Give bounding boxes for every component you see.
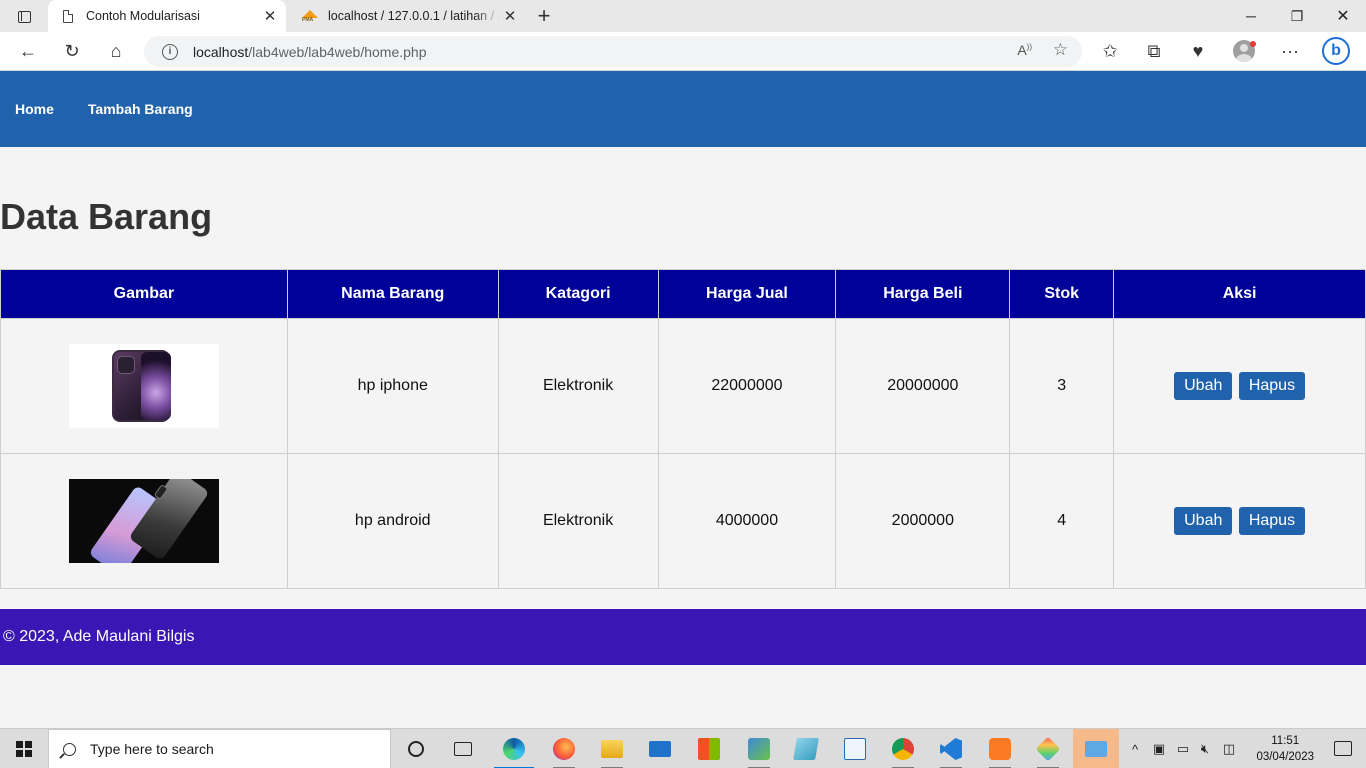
cell-actions: Ubah Hapus bbox=[1113, 453, 1366, 589]
cell-harga-beli: 2000000 bbox=[835, 453, 1011, 589]
store-taskbar-icon[interactable] bbox=[686, 729, 732, 768]
tab-phpmyadmin[interactable]: localhost / 127.0.0.1 / latihan / data ✕ bbox=[290, 0, 526, 32]
table-row: hp iphone Elektronik 22000000 20000000 3… bbox=[0, 318, 1366, 454]
cell-image bbox=[0, 318, 288, 454]
search-icon bbox=[63, 742, 76, 756]
notepad-taskbar-icon[interactable] bbox=[783, 729, 829, 768]
delete-button[interactable]: Hapus bbox=[1238, 507, 1306, 535]
header-katagori: Katagori bbox=[497, 269, 659, 319]
browser-tab-bar: Contoh Modularisasi ✕ localhost / 127.0.… bbox=[0, 0, 1366, 32]
cell-nama: hp iphone bbox=[286, 318, 499, 454]
browser-essentials-icon[interactable]: ♥ bbox=[1182, 36, 1214, 66]
mail-taskbar-icon[interactable] bbox=[637, 729, 683, 768]
new-tab-button[interactable]: + bbox=[532, 3, 556, 28]
collections-icon[interactable]: ⧉ bbox=[1138, 36, 1170, 66]
firefox-taskbar-icon[interactable] bbox=[541, 729, 587, 768]
back-icon[interactable]: ← bbox=[12, 36, 44, 66]
close-window-icon[interactable]: ✕ bbox=[1320, 0, 1366, 32]
file-explorer-taskbar-icon[interactable] bbox=[589, 729, 635, 768]
table-row: hp android Elektronik 4000000 2000000 4 … bbox=[0, 453, 1366, 589]
cortana-icon[interactable] bbox=[393, 729, 439, 768]
profile-icon[interactable] bbox=[1228, 36, 1260, 66]
git-client-taskbar-icon[interactable] bbox=[1025, 729, 1071, 768]
phpmyadmin-icon bbox=[302, 8, 318, 24]
table-header-row: Gambar Nama Barang Katagori Harga Jual H… bbox=[0, 269, 1366, 319]
cell-kategori: Elektronik bbox=[497, 453, 659, 589]
android-image bbox=[68, 479, 219, 563]
windows-start-icon[interactable] bbox=[16, 741, 32, 757]
minimize-icon[interactable]: ─ bbox=[1228, 0, 1274, 32]
tab-contoh-modularisasi[interactable]: Contoh Modularisasi ✕ bbox=[48, 0, 286, 32]
delete-button[interactable]: Hapus bbox=[1238, 372, 1306, 400]
show-hidden-icons-icon[interactable]: ^ bbox=[1124, 729, 1146, 768]
iphone-image bbox=[68, 344, 219, 428]
url-text[interactable]: localhost/lab4web/lab4web/home.php bbox=[193, 44, 427, 60]
system-clock[interactable]: 11:51 03/04/2023 bbox=[1256, 733, 1314, 765]
close-tab-icon[interactable]: ✕ bbox=[500, 6, 520, 26]
meet-now-icon[interactable]: ▣ bbox=[1148, 729, 1170, 768]
header-aksi: Aksi bbox=[1113, 269, 1366, 319]
refresh-icon[interactable]: ↻ bbox=[56, 36, 88, 66]
nav-home-link[interactable]: Home bbox=[15, 101, 54, 117]
header-stok: Stok bbox=[1009, 269, 1115, 319]
tab-actions-icon[interactable] bbox=[10, 7, 38, 27]
task-view-icon[interactable] bbox=[440, 729, 486, 768]
bing-icon[interactable]: b bbox=[1320, 36, 1352, 66]
cell-harga-jual: 22000000 bbox=[657, 318, 837, 454]
items-table: Gambar Nama Barang Katagori Harga Jual H… bbox=[0, 269, 1366, 589]
vscode-taskbar-icon[interactable] bbox=[928, 729, 974, 768]
cell-actions: Ubah Hapus bbox=[1113, 318, 1366, 454]
site-info-icon[interactable]: i bbox=[162, 43, 178, 60]
edit-button[interactable]: Ubah bbox=[1174, 372, 1233, 400]
remote-desktop-taskbar-icon[interactable] bbox=[1073, 729, 1119, 768]
cell-harga-jual: 4000000 bbox=[657, 453, 837, 589]
nav-add-item-link[interactable]: Tambah Barang bbox=[88, 101, 193, 117]
edit-button[interactable]: Ubah bbox=[1174, 507, 1233, 535]
windows-taskbar: Type here to search ^ ▣ ▭ 🔇︎ ◫ 11:51 03/… bbox=[0, 728, 1366, 768]
page-footer: © 2023, Ade Maulani Bilgis bbox=[0, 609, 1366, 665]
address-bar[interactable]: i localhost/lab4web/lab4web/home.php A))… bbox=[144, 36, 1082, 67]
header-nama-barang: Nama Barang bbox=[286, 269, 499, 319]
word-processor-taskbar-icon[interactable] bbox=[832, 729, 878, 768]
cell-stok: 3 bbox=[1009, 318, 1115, 454]
cell-nama: hp android bbox=[286, 453, 499, 589]
volume-muted-icon[interactable]: 🔇︎ bbox=[1194, 729, 1216, 768]
taskbar-search-input[interactable]: Type here to search bbox=[48, 729, 391, 768]
search-placeholder: Type here to search bbox=[90, 741, 214, 757]
chrome-taskbar-icon[interactable] bbox=[880, 729, 926, 768]
cell-stok: 4 bbox=[1009, 453, 1115, 589]
header-harga-beli: Harga Beli bbox=[835, 269, 1011, 319]
tab-title: localhost / 127.0.0.1 / latihan / data bbox=[328, 9, 500, 23]
close-tab-icon[interactable]: ✕ bbox=[260, 6, 280, 26]
browser-toolbar: ← ↻ ⌂ i localhost/lab4web/lab4web/home.p… bbox=[0, 32, 1366, 71]
battery-icon[interactable]: ▭ bbox=[1172, 729, 1194, 768]
page-title: Data Barang bbox=[0, 196, 213, 237]
favorites-icon[interactable]: ✩ bbox=[1094, 36, 1126, 66]
home-icon[interactable]: ⌂ bbox=[100, 36, 132, 66]
control-panel-taskbar-icon[interactable] bbox=[736, 729, 782, 768]
edge-taskbar-icon[interactable] bbox=[491, 729, 537, 768]
cell-harga-beli: 20000000 bbox=[835, 318, 1011, 454]
add-favorite-icon[interactable]: ☆ bbox=[1053, 40, 1068, 60]
tab-title: Contoh Modularisasi bbox=[86, 9, 200, 23]
header-gambar: Gambar bbox=[0, 269, 288, 319]
network-icon[interactable]: ◫ bbox=[1218, 729, 1240, 768]
page-icon bbox=[60, 8, 76, 24]
cell-image bbox=[0, 453, 288, 589]
cell-kategori: Elektronik bbox=[497, 318, 659, 454]
xampp-taskbar-icon[interactable] bbox=[977, 729, 1023, 768]
read-aloud-icon[interactable]: A)) bbox=[1017, 42, 1032, 58]
notifications-icon[interactable] bbox=[1334, 741, 1352, 756]
clock-date: 03/04/2023 bbox=[1256, 751, 1314, 763]
site-navigation: Home Tambah Barang bbox=[0, 71, 1366, 147]
header-harga-jual: Harga Jual bbox=[657, 269, 837, 319]
more-options-icon[interactable]: ··· bbox=[1274, 36, 1306, 66]
clock-time: 11:51 bbox=[1271, 735, 1300, 747]
restore-icon[interactable]: ❐ bbox=[1274, 0, 1320, 32]
